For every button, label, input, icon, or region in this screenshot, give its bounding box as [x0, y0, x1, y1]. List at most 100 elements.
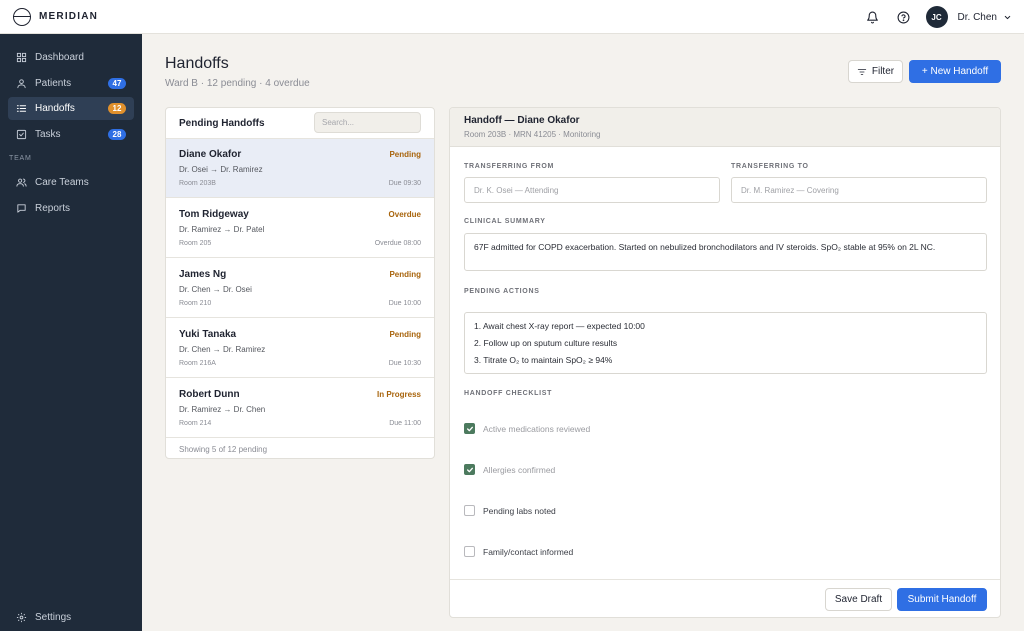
search-input[interactable] [314, 112, 421, 133]
due-time: Due 11:00 [389, 420, 421, 427]
status-badge: Pending [389, 270, 421, 279]
actions-label: PENDING ACTIONS [464, 288, 540, 295]
brand-name: MERIDIAN [39, 11, 99, 22]
check-icon [466, 426, 473, 431]
transfer-route: Dr. Osei → Dr. Ramirez [179, 165, 263, 174]
detail-subtitle: Room 203B · MRN 41205 · Monitoring [464, 130, 601, 139]
message-icon [16, 203, 27, 214]
checklist-item[interactable]: Allergies confirmed [464, 464, 555, 475]
checkbox[interactable] [464, 505, 475, 516]
checklist-item[interactable]: Family/contact informed [464, 546, 573, 557]
sidebar-item-handoffs[interactable]: Handoffs 12 [8, 97, 134, 120]
submit-handoff-button[interactable]: Submit Handoff [897, 588, 987, 611]
transferring-from-field[interactable] [464, 177, 720, 203]
page-title: Handoffs [165, 55, 229, 72]
action-item: 2. Follow up on sputum culture results [474, 338, 618, 348]
checklist-label-text: Family/contact informed [483, 546, 574, 557]
checklist-label-text: Allergies confirmed [483, 464, 556, 475]
patient-name: James Ng [179, 269, 227, 280]
action-item: 1. Await chest X-ray report — expected 1… [474, 321, 645, 331]
help-circle-icon[interactable] [897, 10, 911, 24]
clinical-summary-field[interactable]: 67F admitted for COPD exacerbation. Star… [464, 233, 987, 271]
sidebar-item-label: Reports [35, 203, 71, 214]
room-number: Room 205 [179, 240, 212, 247]
count-badge: 47 [108, 78, 126, 89]
brand[interactable]: MERIDIAN [13, 7, 99, 26]
checklist-item[interactable]: Pending labs noted [464, 505, 556, 516]
transfer-route: Dr. Chen → Dr. Osei [179, 285, 252, 294]
handoff-row[interactable]: Diane Okafor Pending Dr. Osei → Dr. Rami… [166, 139, 434, 198]
meridian-logo-icon [13, 7, 31, 26]
room-number: Room 214 [179, 420, 212, 427]
avatar[interactable]: JC [925, 6, 948, 28]
handoff-row[interactable]: Yuki Tanaka Pending Dr. Chen → Dr. Ramir… [166, 319, 434, 378]
handoff-row[interactable]: Robert Dunn In Progress Dr. Ramirez → Dr… [166, 379, 434, 438]
sidebar-item-label: Dashboard [35, 52, 84, 63]
due-time: Due 10:30 [388, 360, 421, 367]
filter-button[interactable]: Filter [848, 60, 903, 83]
list-icon [16, 103, 27, 114]
list-header: Pending Handoffs [166, 108, 434, 139]
sidebar-item-label: Patients [35, 78, 72, 89]
status-badge: Overdue [388, 210, 421, 219]
transfer-route: Dr. Ramirez → Dr. Chen [179, 405, 266, 414]
top-right-controls: JC Dr. Chen [866, 0, 1012, 34]
summary-label: CLINICAL SUMMARY [464, 218, 546, 225]
from-label: TRANSFERRING FROM [464, 163, 555, 170]
sidebar-item-label: Tasks [35, 129, 61, 140]
sidebar: Dashboard Patients 47 Handoffs 12 Tasks … [0, 34, 142, 631]
patient-name: Diane Okafor [179, 149, 242, 160]
new-handoff-button[interactable]: + New Handoff [909, 60, 1001, 83]
handoff-row[interactable]: James Ng Pending Dr. Chen → Dr. Osei Roo… [166, 259, 434, 318]
transfer-route: Dr. Ramirez → Dr. Patel [179, 225, 265, 234]
users-icon [16, 177, 27, 188]
detail-title: Handoff — Diane Okafor [464, 115, 580, 126]
filter-icon [857, 68, 867, 75]
handoff-detail-panel: Handoff — Diane Okafor Room 203B · MRN 4… [449, 107, 1001, 618]
handoff-row[interactable]: Tom Ridgeway Overdue Dr. Ramirez → Dr. P… [166, 199, 434, 258]
room-number: Room 210 [179, 300, 212, 307]
due-time: Due 10:00 [388, 300, 421, 307]
list-title: Pending Handoffs [179, 118, 265, 129]
checklist-label-text: Active medications reviewed [483, 423, 591, 434]
check-icon [466, 467, 473, 472]
pending-actions-field[interactable]: 1. Await chest X-ray report — expected 1… [464, 312, 987, 374]
save-draft-button[interactable]: Save Draft [825, 588, 892, 611]
checkbox[interactable] [464, 464, 475, 475]
checklist-item[interactable]: Active medications reviewed [464, 423, 590, 434]
sidebar-item-label: Care Teams [35, 177, 89, 188]
user-name[interactable]: Dr. Chen [958, 12, 997, 23]
sidebar-item-reports[interactable]: Reports [8, 197, 134, 220]
sidebar-item-tasks[interactable]: Tasks 28 [8, 123, 134, 146]
count-badge: 28 [108, 129, 126, 140]
top-bar: MERIDIAN JC Dr. Chen [0, 0, 1024, 34]
detail-footer: Save Draft Submit Handoff [450, 579, 1000, 617]
room-number: Room 203B [179, 180, 216, 187]
patient-name: Tom Ridgeway [179, 209, 249, 220]
section-label-team: TEAM [9, 155, 32, 162]
status-badge: In Progress [376, 390, 421, 399]
checklist-label-text: Pending labs noted [483, 505, 556, 516]
checkbox[interactable] [464, 546, 475, 557]
chevron-down-icon[interactable] [1003, 13, 1012, 22]
sidebar-item-label: Handoffs [35, 103, 75, 114]
status-badge: Pending [389, 150, 421, 159]
room-number: Room 216A [179, 360, 216, 367]
grid-icon [16, 52, 27, 63]
sidebar-item-settings[interactable]: Settings [8, 606, 134, 629]
list-footer: Showing 5 of 12 pending [179, 445, 268, 454]
transferring-to-field[interactable] [731, 177, 987, 203]
page-subtitle: Ward B · 12 pending · 4 overdue [165, 78, 310, 89]
to-label: TRANSFERRING TO [731, 163, 809, 170]
bell-icon[interactable] [866, 10, 880, 24]
sidebar-item-patients[interactable]: Patients 47 [8, 72, 134, 95]
checkbox[interactable] [464, 423, 475, 434]
user-icon [16, 78, 27, 89]
status-badge: Pending [389, 330, 421, 339]
checklist-label: HANDOFF CHECKLIST [464, 390, 553, 397]
sidebar-item-dashboard[interactable]: Dashboard [8, 46, 134, 69]
action-item: 3. Titrate O₂ to maintain SpO₂ ≥ 94% [474, 355, 613, 365]
sidebar-item-care-teams[interactable]: Care Teams [8, 171, 134, 194]
checkbox-icon [16, 129, 27, 140]
detail-header: Handoff — Diane Okafor Room 203B · MRN 4… [450, 108, 1000, 147]
